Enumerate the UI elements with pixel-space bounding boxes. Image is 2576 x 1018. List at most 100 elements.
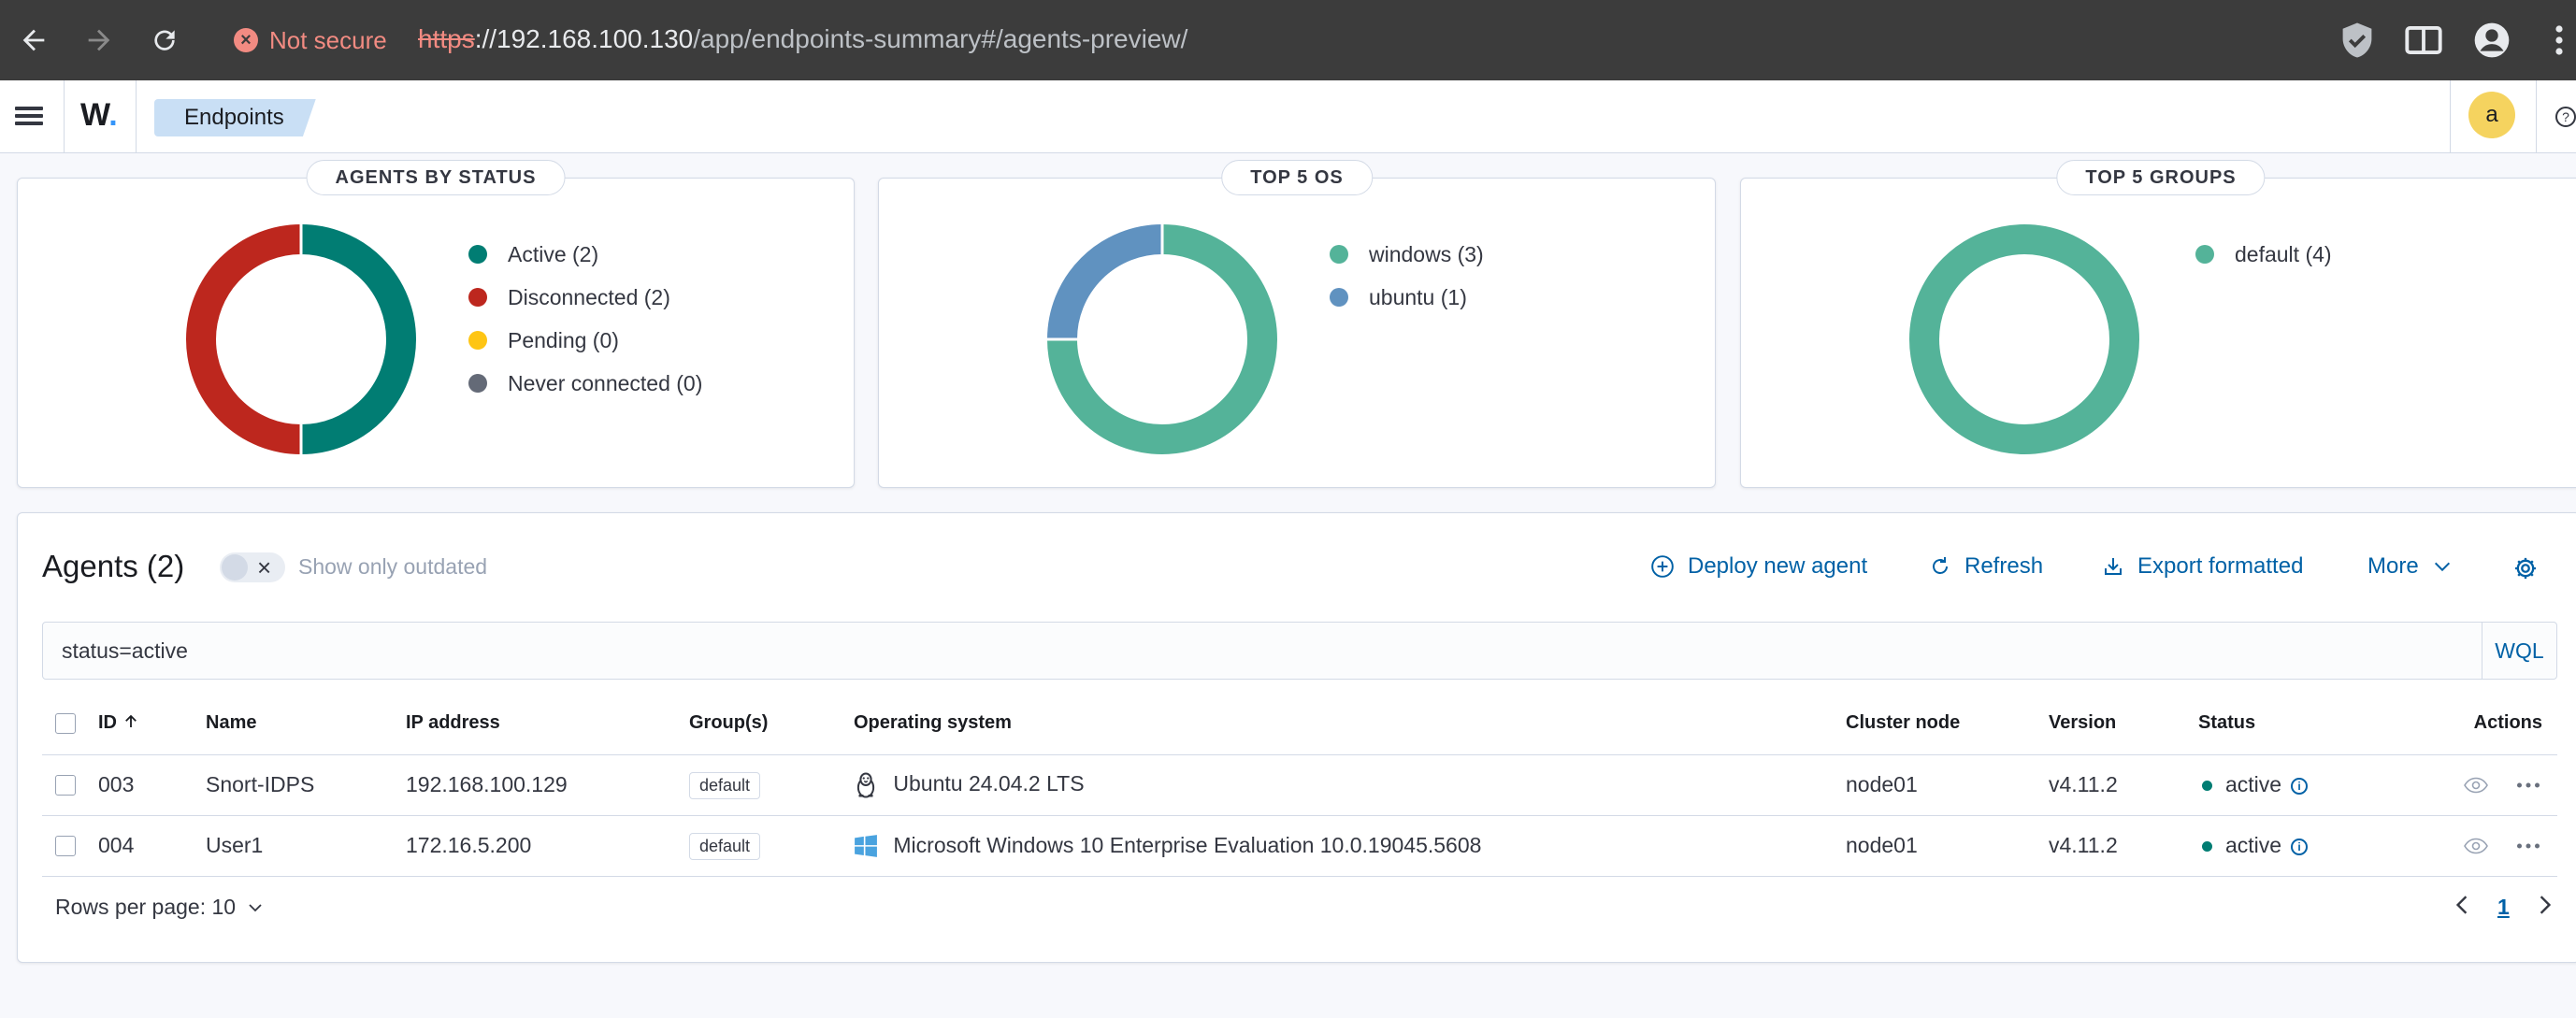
card-title: TOP 5 GROUPS <box>2056 160 2266 195</box>
legend-label: default (4) <box>2235 241 2332 266</box>
hamburger-menu-icon[interactable] <box>15 103 43 131</box>
search-bar[interactable]: status=active WQL <box>42 622 2557 680</box>
legend-item-default[interactable]: default (4) <box>2195 233 2332 276</box>
toggle-knob <box>222 554 248 581</box>
help-icon[interactable]: ? <box>2555 107 2576 127</box>
legend-label: Disconnected (2) <box>508 284 670 309</box>
forward-arrow-icon[interactable] <box>75 16 123 65</box>
row-checkbox[interactable] <box>55 835 76 856</box>
column-header-id[interactable]: ID <box>98 693 206 755</box>
group-badge[interactable]: default <box>689 771 761 799</box>
agents-table: ID Name IP address Group(s) Operating sy… <box>42 693 2557 877</box>
close-icon: × <box>257 553 272 581</box>
legend-swatch <box>468 245 487 264</box>
rows-per-page-label: Rows per page: 10 <box>55 895 237 919</box>
groups-donut-chart <box>1909 224 2139 454</box>
breadcrumb-endpoints[interactable]: Endpoints <box>154 99 316 136</box>
agents-panel: Agents (2) × Show only outdated Deploy n… <box>17 512 2576 963</box>
cell-status: active i <box>2198 815 2385 877</box>
table-row[interactable]: 004 User1 172.16.5.200 default Microsoft… <box>42 815 2557 877</box>
status-donut-chart <box>186 224 416 454</box>
logo-dot: . <box>108 97 118 133</box>
previous-page-icon[interactable] <box>2454 893 2469 922</box>
cell-node: node01 <box>1846 754 2049 816</box>
plus-circle-icon <box>1651 555 1674 578</box>
more-actions-icon[interactable] <box>2516 781 2540 789</box>
header-divider <box>136 80 137 153</box>
status-label: active <box>2225 833 2282 857</box>
export-label: Export formatted <box>2137 553 2304 579</box>
deploy-label: Deploy new agent <box>1688 553 1868 579</box>
split-view-icon[interactable] <box>2400 17 2447 64</box>
select-all-checkbox[interactable] <box>55 712 76 734</box>
table-settings-button[interactable] <box>2512 552 2539 584</box>
refresh-button[interactable]: Refresh <box>1929 551 2043 582</box>
deploy-new-agent-button[interactable]: Deploy new agent <box>1650 551 1867 582</box>
url-host: ://192.168.100.130 <box>474 24 694 53</box>
legend-label: Never connected (0) <box>508 370 703 395</box>
cell-group: default <box>689 754 854 816</box>
cell-id: 003 <box>98 754 206 816</box>
next-page-icon[interactable] <box>2538 893 2553 922</box>
info-icon[interactable]: i <box>2291 838 2309 855</box>
legend-item-pending[interactable]: Pending (0) <box>468 319 702 362</box>
row-checkbox[interactable] <box>55 774 76 796</box>
header-divider <box>2450 80 2451 153</box>
gear-icon <box>2514 557 2537 580</box>
search-input[interactable]: status=active <box>62 623 188 679</box>
outdated-toggle[interactable]: × <box>220 552 285 582</box>
agents-by-status-card: AGENTS BY STATUS Active (2) Disconnected… <box>17 160 855 488</box>
legend-swatch <box>468 288 487 307</box>
export-formatted-button[interactable]: Export formatted <box>2102 551 2303 582</box>
back-arrow-icon[interactable] <box>9 16 58 65</box>
view-eye-icon[interactable] <box>2464 777 2488 794</box>
legend-swatch <box>1330 288 1348 307</box>
cell-os: Ubuntu 24.04.2 LTS <box>854 754 1846 816</box>
donut-slice[interactable] <box>1909 224 2139 454</box>
status-label: active <box>2225 772 2282 796</box>
refresh-icon <box>1933 557 1948 574</box>
more-button[interactable]: More <box>2367 551 2453 582</box>
legend-label: Pending (0) <box>508 327 619 352</box>
profile-icon[interactable] <box>2468 17 2515 64</box>
security-indicator[interactable]: × Not secure <box>234 21 387 60</box>
app-logo[interactable]: W. <box>80 97 118 134</box>
legend-item-active[interactable]: Active (2) <box>468 233 702 276</box>
linux-icon <box>856 772 875 797</box>
wql-button[interactable]: WQL <box>2482 623 2556 679</box>
table-row[interactable]: 003 Snort-IDPS 192.168.100.129 default U… <box>42 754 2557 816</box>
header-divider <box>64 80 65 153</box>
legend-item-windows[interactable]: windows (3) <box>1330 233 1484 276</box>
column-header-version[interactable]: Version <box>2049 693 2198 755</box>
browser-toolbar: × Not secure https://192.168.100.130/app… <box>0 0 2576 80</box>
shield-icon[interactable] <box>2334 17 2381 64</box>
rows-per-page-selector[interactable]: Rows per page: 10 <box>55 895 264 920</box>
cell-version: v4.11.2 <box>2049 754 2198 816</box>
reload-icon[interactable] <box>140 16 189 65</box>
cell-name: User1 <box>206 815 406 877</box>
cell-ip: 192.168.100.129 <box>406 754 689 816</box>
group-badge[interactable]: default <box>689 832 761 860</box>
info-icon[interactable]: i <box>2291 777 2309 795</box>
view-eye-icon[interactable] <box>2464 838 2488 854</box>
browser-menu-icon[interactable] <box>2536 17 2576 64</box>
page-number[interactable]: 1 <box>2497 895 2510 920</box>
pagination: 1 <box>2454 893 2553 922</box>
column-header-name[interactable]: Name <box>206 693 406 755</box>
column-header-actions: Actions <box>2385 693 2557 755</box>
address-bar[interactable]: https://192.168.100.130/app/endpoints-su… <box>418 19 1187 60</box>
column-header-groups[interactable]: Group(s) <box>689 693 854 755</box>
legend-item-ubuntu[interactable]: ubuntu (1) <box>1330 276 1484 319</box>
legend-item-disconnected[interactable]: Disconnected (2) <box>468 276 702 319</box>
avatar[interactable]: a <box>2468 92 2515 138</box>
os-legend: windows (3) ubuntu (1) <box>1330 233 1484 319</box>
header-divider <box>2536 80 2537 153</box>
more-actions-icon[interactable] <box>2516 842 2540 850</box>
warning-icon: × <box>234 28 258 52</box>
legend-item-never-connected[interactable]: Never connected (0) <box>468 362 702 405</box>
column-header-node[interactable]: Cluster node <box>1846 693 2049 755</box>
column-header-os[interactable]: Operating system <box>854 693 1846 755</box>
cell-actions <box>2385 815 2557 877</box>
column-header-ip[interactable]: IP address <box>406 693 689 755</box>
column-header-status[interactable]: Status <box>2198 693 2385 755</box>
